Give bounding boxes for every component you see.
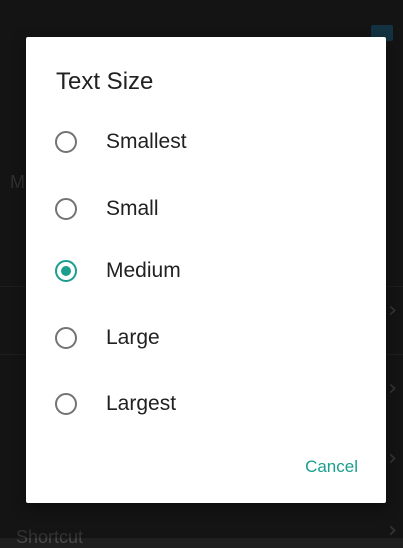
option-label: Medium bbox=[106, 259, 181, 282]
radio-checked-icon[interactable] bbox=[55, 260, 77, 282]
radio-unchecked-icon[interactable] bbox=[55, 198, 77, 220]
option-label: Largest bbox=[106, 392, 177, 415]
text-size-dialog: Text Size Smallest Small Medium Large La… bbox=[26, 37, 386, 503]
radio-unchecked-icon[interactable] bbox=[55, 327, 77, 349]
option-large[interactable]: Large bbox=[26, 310, 386, 366]
radio-unchecked-icon[interactable] bbox=[55, 393, 77, 415]
option-label: Smallest bbox=[106, 130, 187, 153]
option-label: Large bbox=[106, 326, 160, 349]
option-largest[interactable]: Largest bbox=[26, 376, 386, 432]
option-medium[interactable]: Medium bbox=[26, 243, 386, 299]
option-label: Small bbox=[106, 197, 159, 220]
radio-unchecked-icon[interactable] bbox=[55, 131, 77, 153]
dialog-title: Text Size bbox=[56, 68, 154, 95]
option-small[interactable]: Small bbox=[26, 181, 386, 237]
option-smallest[interactable]: Smallest bbox=[26, 114, 386, 170]
cancel-button[interactable]: Cancel bbox=[305, 457, 358, 477]
